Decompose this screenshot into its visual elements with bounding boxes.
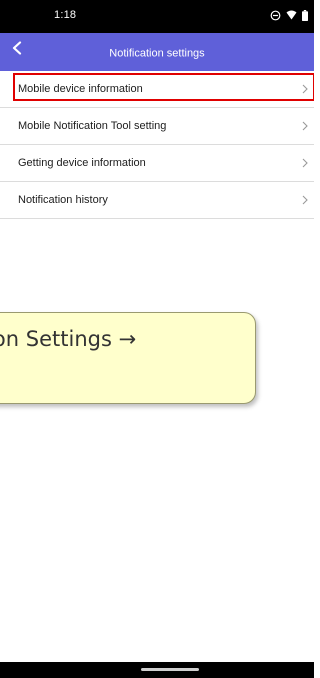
app-bar: Notification settings <box>0 33 314 71</box>
page-title: Notification settings <box>109 47 205 60</box>
list-item-label: Mobile Notification Tool setting <box>18 120 167 132</box>
list-item-label: Getting device information <box>18 157 146 169</box>
callout-line-1: ation Settings → <box>0 327 137 351</box>
status-bar: 1:18 <box>0 0 314 33</box>
list-item-mobile-notification-tool-setting[interactable]: Mobile Notification Tool setting <box>0 108 314 145</box>
home-indicator[interactable] <box>141 668 199 671</box>
wifi-icon <box>286 10 297 20</box>
chevron-right-icon <box>300 157 310 169</box>
do-not-disturb-icon <box>270 10 281 21</box>
chevron-right-icon <box>300 83 310 95</box>
battery-icon <box>302 9 308 21</box>
status-time: 1:18 <box>54 9 77 21</box>
chevron-right-icon <box>300 120 310 132</box>
list-item-getting-device-information[interactable]: Getting device information <box>0 145 314 182</box>
status-icons <box>270 8 308 22</box>
callout-tooltip: ation Settings → on <box>0 312 256 404</box>
list-item-notification-history[interactable]: Notification history <box>0 182 314 219</box>
navigation-bar <box>0 662 314 678</box>
list-item-mobile-device-information[interactable]: Mobile device information <box>0 71 314 108</box>
list-item-label: Notification history <box>18 194 108 206</box>
callout-text: ation Settings → on <box>0 325 236 381</box>
list-item-label: Mobile device information <box>18 83 143 95</box>
screen: 1:18 Notification settings Mobile device… <box>0 0 314 678</box>
chevron-right-icon <box>300 194 310 206</box>
settings-list: Mobile device information Mobile Notific… <box>0 71 314 219</box>
